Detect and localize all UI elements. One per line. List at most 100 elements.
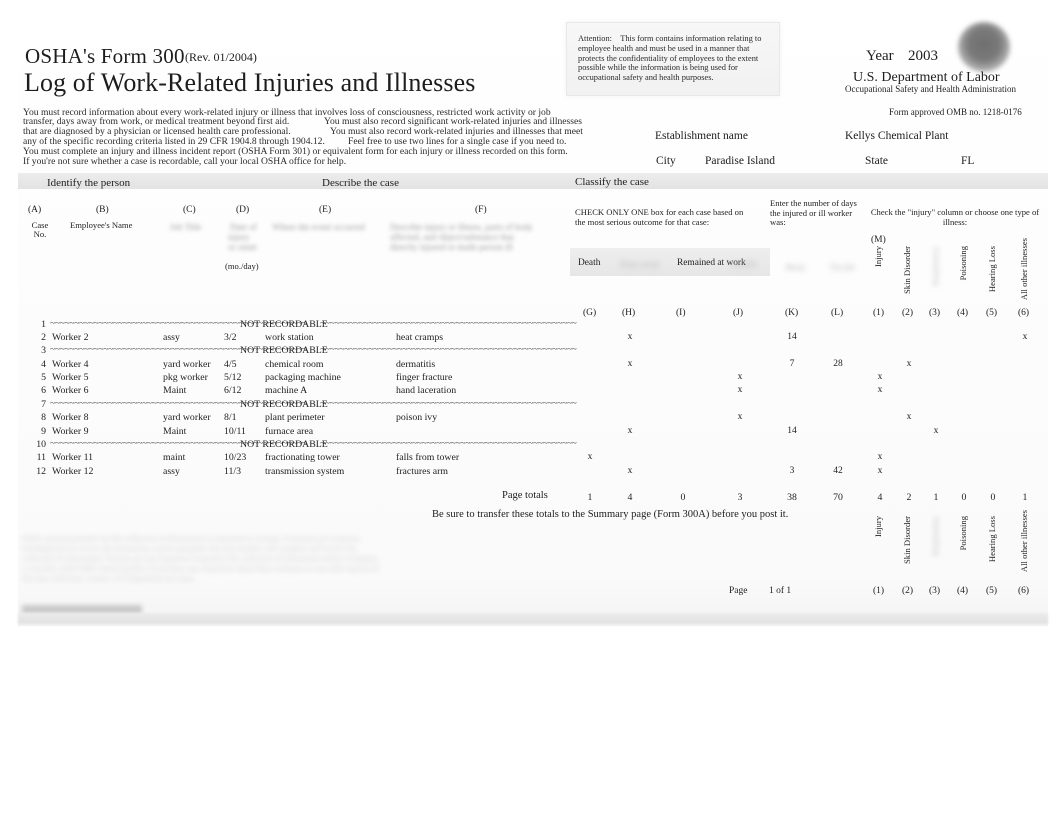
date-of-injury[interactable]: 3/2 bbox=[224, 332, 237, 343]
classify-days-L[interactable]: 28 bbox=[828, 359, 848, 369]
employee-name[interactable]: Worker 8 bbox=[52, 412, 88, 423]
page-label: Page bbox=[729, 586, 748, 596]
employee-name[interactable]: Worker 6 bbox=[52, 385, 88, 396]
where-event-occurred[interactable]: plant perimeter bbox=[265, 412, 325, 423]
classify-mark-c1[interactable]: x bbox=[870, 466, 890, 476]
classify-mark-c2[interactable]: x bbox=[899, 359, 919, 369]
classify-mark-H[interactable]: x bbox=[620, 332, 640, 342]
classify-mark-G[interactable]: x bbox=[580, 452, 600, 462]
illness-header-other-label: All other illnesses bbox=[1019, 238, 1029, 301]
job-title[interactable]: assy bbox=[163, 332, 180, 343]
form-revision: (Rev. 01/2004) bbox=[185, 50, 257, 64]
job-title[interactable]: Maint bbox=[163, 426, 186, 437]
col-letter-k: (K) bbox=[785, 308, 799, 318]
not-recordable-leader-right: ~~~~~~~~~~~~~~~~~~~~~~~~~~~~~~~~~~~~~~~~… bbox=[320, 438, 577, 449]
classify-days-L[interactable]: 42 bbox=[828, 466, 848, 476]
job-title[interactable]: yard worker bbox=[163, 412, 211, 423]
where-event-occurred[interactable]: machine A bbox=[265, 385, 307, 396]
page-total-value: 1 bbox=[933, 492, 939, 503]
col-letter-m: (M) bbox=[871, 235, 886, 245]
case-number: 8 bbox=[41, 412, 46, 424]
city-value[interactable]: Paradise Island bbox=[705, 155, 775, 167]
date-of-injury[interactable]: 8/1 bbox=[224, 412, 237, 423]
where-event-occurred[interactable]: work station bbox=[265, 332, 314, 343]
classify-mark-J[interactable]: x bbox=[730, 412, 750, 422]
classify-mark-H[interactable]: x bbox=[620, 359, 640, 369]
date-of-injury[interactable]: 6/12 bbox=[224, 385, 241, 396]
classify-mark-c1[interactable]: x bbox=[870, 372, 890, 382]
osha-form-300-page: OSHA's Form 300 (Rev. 01/2004) Log of Wo… bbox=[0, 0, 1062, 830]
illness-header-skin-label: Skin Disorder bbox=[902, 246, 912, 294]
injury-description[interactable]: hand laceration bbox=[396, 385, 456, 396]
classify-mark-J[interactable]: x bbox=[730, 372, 750, 382]
employee-name[interactable]: Worker 11 bbox=[52, 452, 93, 463]
classify-mark-c3[interactable]: x bbox=[926, 426, 946, 436]
footer-illness-injury: Injury bbox=[873, 516, 883, 578]
illness-header-hearing-label: Hearing Loss bbox=[987, 246, 997, 293]
job-title[interactable]: pkg worker bbox=[163, 372, 208, 383]
employee-name[interactable]: Worker 2 bbox=[52, 332, 88, 343]
col-d-sub-label: (mo./day) bbox=[225, 261, 259, 271]
administration-label: Occupational Safety and Health Administr… bbox=[845, 84, 1016, 94]
employee-name[interactable]: Worker 5 bbox=[52, 372, 88, 383]
classify-mark-J[interactable]: x bbox=[730, 385, 750, 395]
classify-mark-c1[interactable]: x bbox=[870, 385, 890, 395]
where-event-occurred[interactable]: packaging machine bbox=[265, 372, 341, 383]
classify-mark-c2[interactable]: x bbox=[899, 412, 919, 422]
injury-description[interactable]: dermatitis bbox=[396, 359, 435, 370]
case-number: 11 bbox=[36, 452, 46, 464]
footer-illness-num-4: (4) bbox=[957, 586, 969, 596]
job-title[interactable]: Maint bbox=[163, 385, 186, 396]
date-of-injury[interactable]: 10/11 bbox=[224, 426, 246, 437]
where-event-occurred[interactable]: chemical room bbox=[265, 359, 324, 370]
date-of-injury[interactable]: 4/5 bbox=[224, 359, 237, 370]
illness-num-1: (1) bbox=[873, 308, 885, 318]
illness-num-4: (4) bbox=[957, 308, 969, 318]
classify-days-K[interactable]: 14 bbox=[782, 332, 802, 342]
date-of-injury[interactable]: 5/12 bbox=[224, 372, 241, 383]
classify-days-K[interactable]: 7 bbox=[782, 359, 802, 369]
footer-illness-other-label: All other illnesses bbox=[1019, 510, 1029, 573]
injury-description[interactable]: fractures arm bbox=[396, 466, 448, 477]
where-event-occurred[interactable]: transmission system bbox=[265, 466, 344, 477]
injury-description[interactable]: finger fracture bbox=[396, 372, 452, 383]
classify-mark-H[interactable]: x bbox=[620, 426, 640, 436]
employee-name[interactable]: Worker 9 bbox=[52, 426, 88, 437]
dol-seal-icon bbox=[958, 22, 1010, 72]
form-number: OSHA's Form 300 bbox=[25, 44, 185, 68]
classify-mark-c6[interactable]: x bbox=[1015, 332, 1035, 342]
date-of-injury[interactable]: 10/23 bbox=[224, 452, 246, 463]
year-label: Year bbox=[866, 48, 894, 64]
illness-num-5: (5) bbox=[986, 308, 998, 318]
classify-mark-H[interactable]: x bbox=[620, 466, 640, 476]
footer-illness-skin-label: Skin Disorder bbox=[902, 516, 912, 564]
injury-description[interactable]: heat cramps bbox=[396, 332, 443, 343]
col-d-label-obscured-3: or onset bbox=[228, 242, 257, 252]
classify-days-K[interactable]: 3 bbox=[782, 466, 802, 476]
injury-description[interactable]: falls from tower bbox=[396, 452, 459, 463]
illness-header-other: All other illnesses bbox=[1019, 238, 1029, 308]
employee-name[interactable]: Worker 12 bbox=[52, 466, 93, 477]
footer-illness-respiratory-label-obscured: Respiratory bbox=[930, 516, 940, 557]
not-recordable-label: NOT RECORDABLE bbox=[240, 345, 328, 357]
outcome-job-transfer-label-obscured: transfer bbox=[730, 259, 758, 269]
job-title[interactable]: yard worker bbox=[163, 359, 211, 370]
col-d-label-obscured: Date of bbox=[230, 222, 257, 232]
state-value[interactable]: FL bbox=[961, 155, 974, 167]
attention-text: Attention: This form contains informatio… bbox=[578, 34, 774, 83]
col-letter-c: (C) bbox=[183, 205, 196, 215]
footer-illness-injury-label: Injury bbox=[873, 516, 883, 538]
where-event-occurred[interactable]: fractionating tower bbox=[265, 452, 340, 463]
case-number: 1 bbox=[41, 318, 46, 330]
case-number: 2 bbox=[41, 331, 46, 343]
job-title[interactable]: maint bbox=[163, 452, 185, 463]
employee-name[interactable]: Worker 4 bbox=[52, 359, 88, 370]
establishment-name-value[interactable]: Kellys Chemical Plant bbox=[845, 130, 948, 142]
classify-days-K[interactable]: 14 bbox=[782, 426, 802, 436]
where-event-occurred[interactable]: furnace area bbox=[265, 426, 313, 437]
col-letter-a: (A) bbox=[28, 205, 42, 215]
date-of-injury[interactable]: 11/3 bbox=[224, 466, 241, 477]
job-title[interactable]: assy bbox=[163, 466, 180, 477]
classify-mark-c1[interactable]: x bbox=[870, 452, 890, 462]
injury-description[interactable]: poison ivy bbox=[396, 412, 437, 423]
